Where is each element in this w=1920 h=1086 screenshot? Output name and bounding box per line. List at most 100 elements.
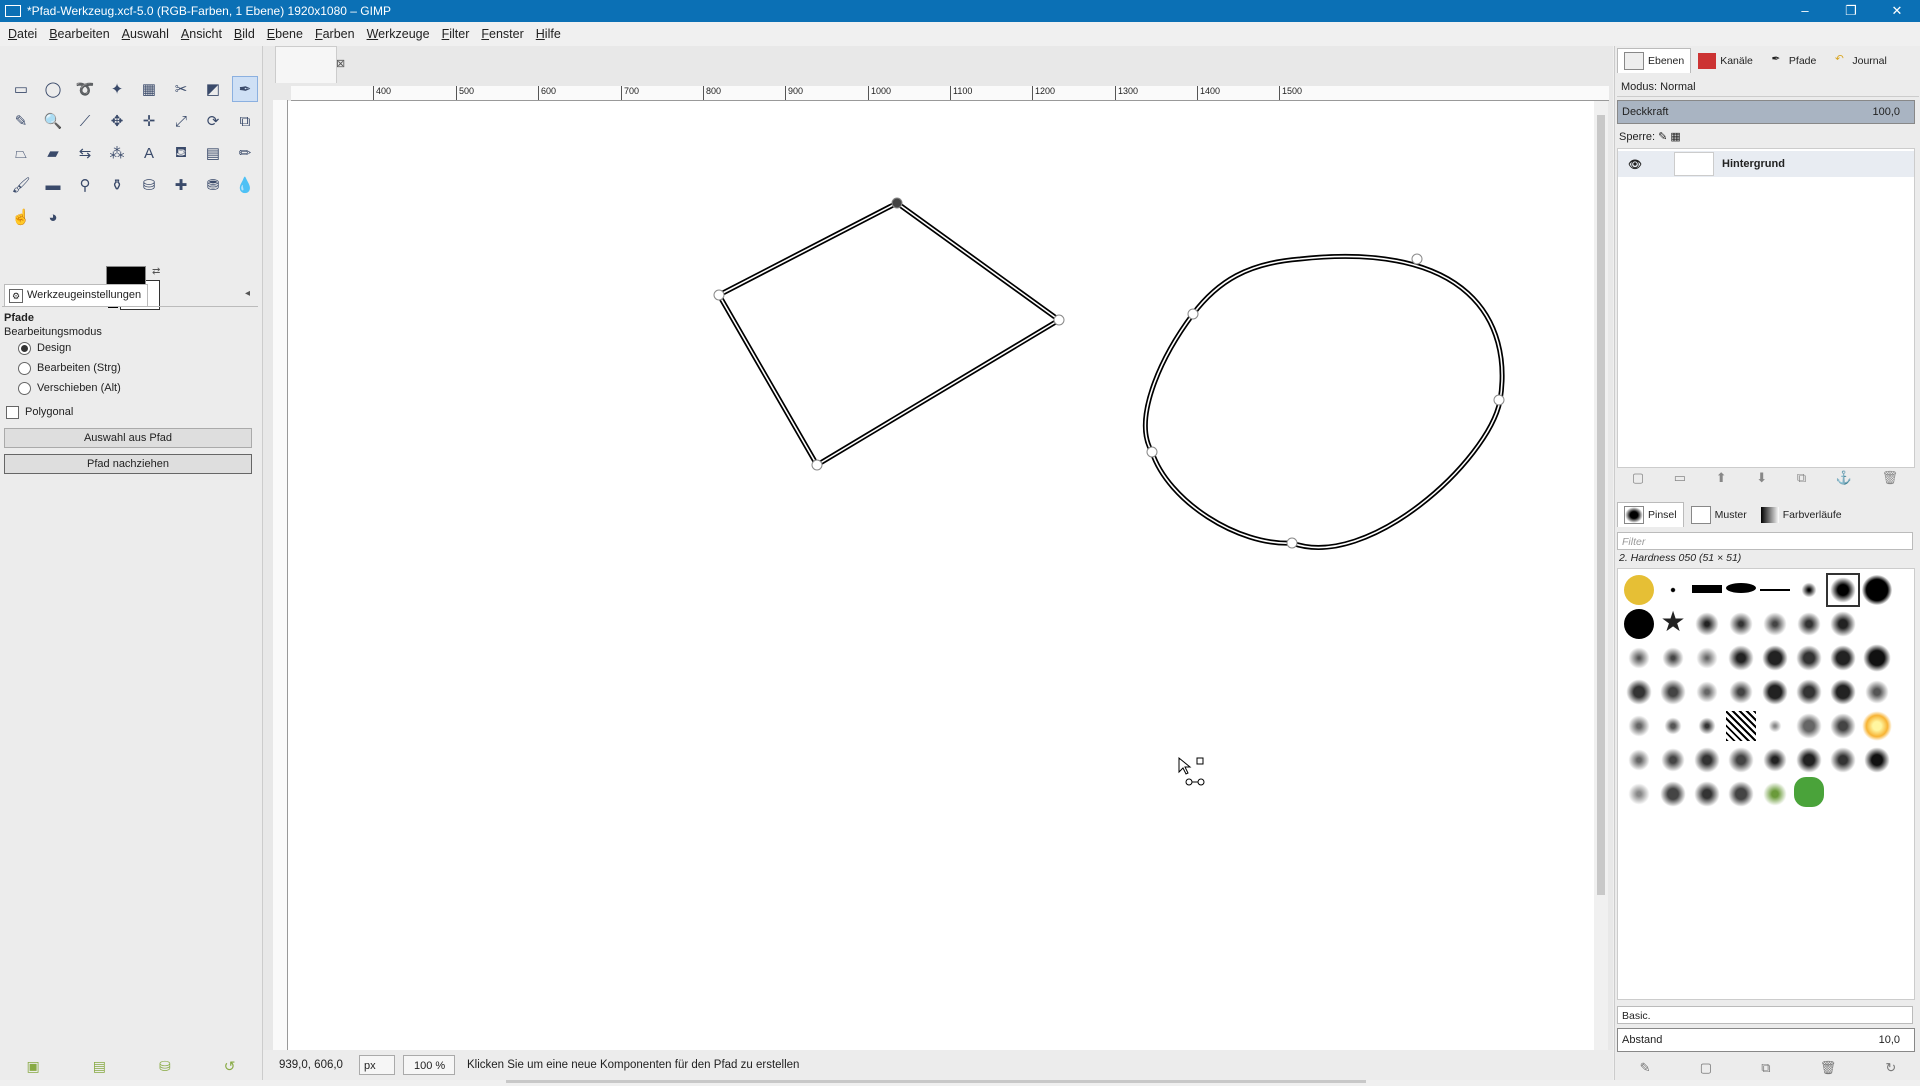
- brush-swatch[interactable]: [1658, 745, 1688, 775]
- brush-swatch[interactable]: [1658, 779, 1688, 809]
- brush-star-icon[interactable]: ★: [1658, 607, 1688, 637]
- brush-swatch[interactable]: [1726, 677, 1756, 707]
- delete-layer-icon[interactable]: 🗑: [1882, 470, 1899, 492]
- paintbrush-icon[interactable]: 🖌: [8, 172, 34, 198]
- maximize-button[interactable]: ❐: [1828, 0, 1874, 22]
- layer-row[interactable]: 👁 Hintergrund: [1618, 151, 1914, 177]
- brush-swatch[interactable]: [1624, 745, 1654, 775]
- foreground-select-icon[interactable]: ◩: [200, 76, 226, 102]
- brush-green-pepper-icon[interactable]: [1794, 777, 1824, 807]
- image-tab[interactable]: ⊠: [275, 46, 345, 83]
- scroll-thumb[interactable]: [1597, 115, 1605, 895]
- brush-swatch[interactable]: [1828, 643, 1858, 673]
- brush-vine-icon[interactable]: [1760, 779, 1790, 809]
- brush-swatch[interactable]: [1658, 575, 1688, 605]
- brush-swatch[interactable]: [1658, 711, 1688, 741]
- horizontal-ruler[interactable]: 400 500 600 700 800 900 1000 1100 1200 1…: [291, 86, 1609, 101]
- lock-pixels-icon[interactable]: ✎: [1658, 131, 1670, 143]
- brush-filter-input[interactable]: Filter: [1617, 532, 1913, 550]
- brush-selected[interactable]: [1826, 573, 1860, 607]
- anchor-layer-icon[interactable]: ⚓: [1836, 470, 1852, 492]
- menu-bild[interactable]: Bild: [234, 27, 255, 41]
- airbrush-icon[interactable]: ⚲: [72, 172, 98, 198]
- perspective-clone-icon[interactable]: ⛃: [200, 172, 226, 198]
- new-layer-icon[interactable]: ▢: [1632, 470, 1644, 492]
- fuzzy-select-icon[interactable]: ✦: [104, 76, 130, 102]
- mode-design-radio[interactable]: Design: [18, 338, 256, 358]
- paths-tool-icon[interactable]: ✒: [232, 76, 258, 102]
- brush-swatch[interactable]: [1658, 677, 1688, 707]
- brush-swatch[interactable]: [1624, 643, 1654, 673]
- tab-gradients[interactable]: Farbverläufe: [1754, 502, 1849, 528]
- dodge-burn-icon[interactable]: ◕: [40, 204, 66, 230]
- spacing-slider[interactable]: Abstand 10,0: [1617, 1028, 1915, 1052]
- vertical-ruler[interactable]: [273, 100, 288, 1066]
- tab-brushes[interactable]: Pinsel: [1617, 502, 1684, 527]
- brush-swatch[interactable]: [1624, 677, 1654, 707]
- transform-icon[interactable]: ⤢: [168, 108, 194, 134]
- ellipse-select-icon[interactable]: ◯: [40, 76, 66, 102]
- warp-icon[interactable]: ⟳: [200, 108, 226, 134]
- menu-farben[interactable]: Farben: [315, 27, 355, 41]
- clone-icon[interactable]: ⛁: [136, 172, 162, 198]
- checkbox-box[interactable]: [6, 405, 19, 419]
- brush-swatch[interactable]: [1760, 745, 1790, 775]
- ink-icon[interactable]: ⚱: [104, 172, 130, 198]
- tab-paths[interactable]: ✒ Pfade: [1760, 48, 1823, 74]
- tab-layers[interactable]: Ebenen: [1617, 48, 1692, 73]
- lasso-icon[interactable]: ➰: [72, 76, 98, 102]
- menu-filter[interactable]: Filter: [442, 27, 470, 41]
- blur-icon[interactable]: 💧: [232, 172, 258, 198]
- mode-move-radio[interactable]: Verschieben (Alt): [18, 378, 256, 398]
- zoom-icon[interactable]: 🔍: [40, 108, 66, 134]
- brush-swatch[interactable]: [1692, 609, 1722, 639]
- swap-colors-icon[interactable]: ⇄: [152, 266, 160, 277]
- brush-swatch[interactable]: [1692, 585, 1722, 593]
- brush-swatch[interactable]: [1862, 677, 1892, 707]
- brush-swatch[interactable]: [1692, 643, 1722, 673]
- perspective-icon[interactable]: ⏢: [8, 140, 34, 166]
- brush-swatch[interactable]: [1726, 583, 1756, 593]
- brush-swatch[interactable]: [1760, 677, 1790, 707]
- lock-alpha-icon[interactable]: ▦: [1670, 131, 1680, 143]
- brush-swatch[interactable]: [1794, 575, 1824, 605]
- visibility-eye-icon[interactable]: 👁: [1628, 158, 1642, 171]
- brush-swatch[interactable]: [1862, 575, 1892, 605]
- delete-brush-icon[interactable]: 🗑: [1820, 1060, 1837, 1076]
- brush-swatch[interactable]: [1862, 745, 1892, 775]
- pencil-icon[interactable]: ✏: [232, 140, 258, 166]
- brush-swatch[interactable]: [1862, 711, 1892, 741]
- mode-edit-radio[interactable]: Bearbeiten (Strg): [18, 358, 256, 378]
- zoom-select[interactable]: 100 %: [403, 1055, 455, 1075]
- vertical-scrollbar[interactable]: [1594, 101, 1608, 1072]
- brush-swatch[interactable]: [1624, 779, 1654, 809]
- save-options-icon[interactable]: ▣: [27, 1058, 40, 1075]
- layer-list[interactable]: 👁 Hintergrund: [1617, 148, 1915, 468]
- brush-swatch[interactable]: [1760, 609, 1790, 639]
- brush-swatch[interactable]: [1760, 711, 1790, 741]
- close-image-icon[interactable]: ⊠: [336, 57, 345, 70]
- duplicate-layer-icon[interactable]: ⧉: [1797, 470, 1806, 492]
- color-picker-icon[interactable]: ✎: [8, 108, 34, 134]
- raise-layer-icon[interactable]: ⬆: [1716, 470, 1727, 492]
- gradient-icon[interactable]: ▤: [200, 140, 226, 166]
- tab-journal[interactable]: ↶ Journal: [1823, 48, 1893, 74]
- restore-options-icon[interactable]: ▤: [93, 1058, 106, 1075]
- dock-menu-icon[interactable]: ◂: [245, 288, 250, 299]
- scissors-icon[interactable]: ✂: [168, 76, 194, 102]
- brush-swatch[interactable]: [1624, 711, 1654, 741]
- brush-swatch[interactable]: [1794, 745, 1824, 775]
- brush-swatch[interactable]: [1794, 711, 1824, 741]
- delete-options-icon[interactable]: ⛁: [159, 1058, 171, 1075]
- brush-swatch[interactable]: [1862, 643, 1892, 673]
- brush-swatch[interactable]: [1794, 677, 1824, 707]
- rect-select-icon[interactable]: ▭: [8, 76, 34, 102]
- menu-ansicht[interactable]: Ansicht: [181, 27, 222, 41]
- brush-grid[interactable]: ★: [1617, 568, 1915, 1000]
- cage-icon[interactable]: ⁂: [104, 140, 130, 166]
- flip-icon[interactable]: ⇆: [72, 140, 98, 166]
- move-icon[interactable]: ✥: [104, 108, 130, 134]
- reset-options-icon[interactable]: ↺: [224, 1058, 236, 1075]
- refresh-brushes-icon[interactable]: ↻: [1885, 1060, 1896, 1076]
- measure-icon[interactable]: ⟋: [72, 108, 98, 134]
